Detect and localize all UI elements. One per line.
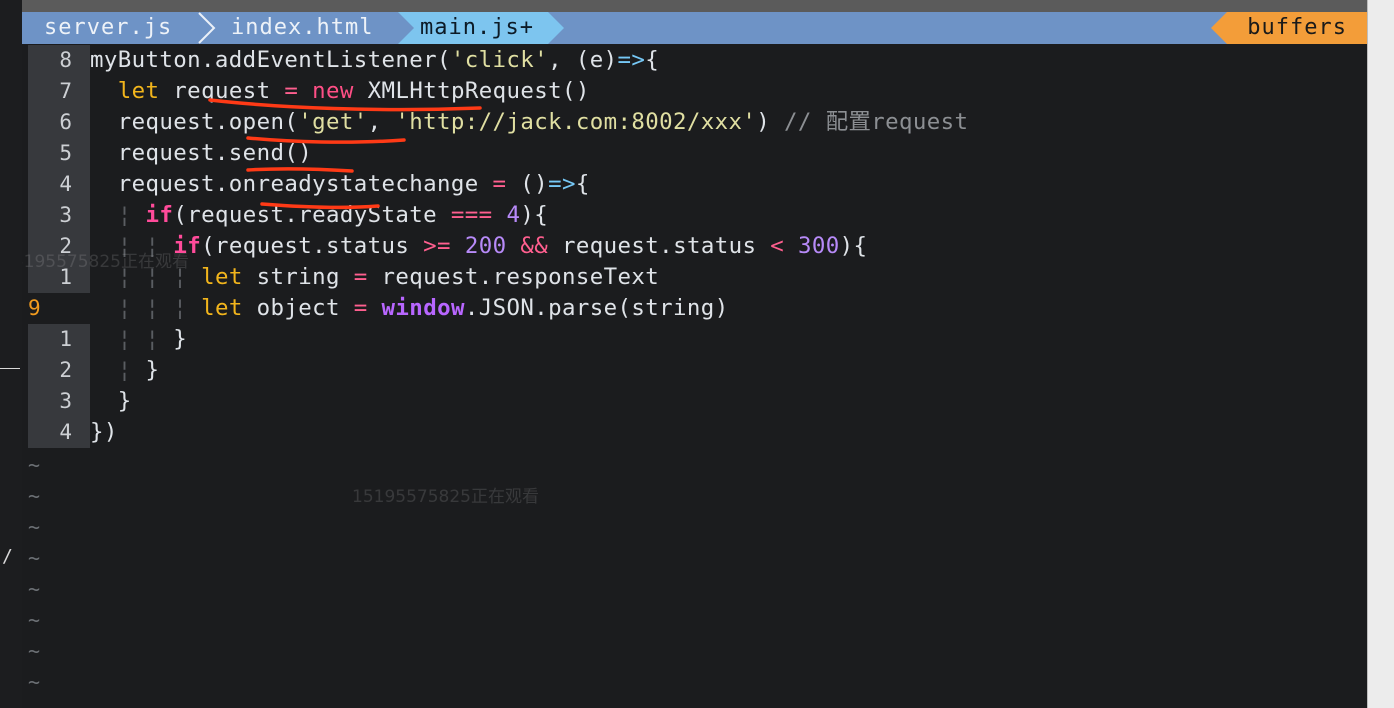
line-number: 7: [28, 76, 90, 107]
line-number: 3: [28, 386, 90, 417]
line-number: 6: [28, 107, 90, 138]
line-number: 5: [28, 138, 90, 169]
code-text: request.open('get', 'http://jack.com:800…: [90, 109, 969, 135]
code-line[interactable]: 4 request.onreadystatechange = ()=>{: [22, 169, 1367, 200]
tab-index-html[interactable]: index.html: [231, 12, 373, 44]
strip-divider: [0, 368, 20, 369]
code-text: }: [90, 388, 132, 414]
empty-line-tilde: ~: [28, 453, 41, 477]
line-number: 8: [28, 45, 90, 76]
line-number: 4: [28, 417, 90, 448]
empty-line-tilde: ~: [28, 608, 41, 632]
code-line[interactable]: 8 myButton.addEventListener('click', (e)…: [22, 45, 1367, 76]
code-text: let request = new XMLHttpRequest(): [117, 78, 590, 104]
tab-main-js[interactable]: main.js+: [398, 12, 564, 44]
empty-line-tilde: ~: [28, 577, 41, 601]
code-line[interactable]: 1 ¦ ¦ ¦ let string = request.responseTex…: [22, 262, 1367, 293]
empty-line-tilde: ~: [28, 670, 41, 694]
empty-line-tilde: ~: [28, 546, 41, 570]
code-line[interactable]: 4 }): [22, 417, 1367, 448]
right-window-strip: [1367, 0, 1394, 708]
code-line[interactable]: 1 ¦ ¦ }: [22, 324, 1367, 355]
viewer-watermark: 15195575825正在观看: [22, 252, 189, 272]
code-line-current[interactable]: 9 ¦ ¦ ¦ let object = window.JSON.parse(s…: [22, 293, 1367, 324]
code-line[interactable]: 3 }: [22, 386, 1367, 417]
code-text: ¦ }: [117, 357, 160, 383]
code-line[interactable]: 5 request.send(): [22, 138, 1367, 169]
viewer-watermark: 15195575825正在观看: [352, 487, 539, 507]
code-line[interactable]: 2 ¦ ¦ if(request.status >= 200 && reques…: [22, 231, 1367, 262]
code-text: ¦ if(request.readyState === 4){: [117, 202, 549, 228]
tabline: server.js index.html main.js+ buffers: [22, 12, 1367, 44]
buffers-indicator: buffers: [1211, 12, 1367, 44]
code-line[interactable]: 3 ¦ if(request.readyState === 4){: [22, 200, 1367, 231]
tab-server-js[interactable]: server.js: [44, 12, 172, 44]
line-number: 3: [28, 200, 90, 231]
left-slash-text: /: [2, 546, 13, 567]
code-line[interactable]: 6 request.open('get', 'http://jack.com:8…: [22, 107, 1367, 138]
current-line-number: 9: [28, 296, 41, 320]
line-number: 1: [28, 324, 90, 355]
code-text: request.onreadystatechange = ()=>{: [90, 171, 590, 197]
code-line[interactable]: 2 ¦ }: [22, 355, 1367, 386]
code-text: }): [90, 419, 118, 445]
empty-line-tilde: ~: [28, 515, 41, 539]
code-line[interactable]: 7 let request = new XMLHttpRequest(): [22, 76, 1367, 107]
line-number: 2: [28, 355, 90, 386]
line-number: 4: [28, 169, 90, 200]
vim-editor[interactable]: server.js index.html main.js+ buffers 8 …: [22, 0, 1367, 708]
tab-separator-icon: [198, 12, 216, 44]
code-text: ¦ ¦ }: [117, 326, 188, 352]
empty-line-tilde: ~: [28, 484, 41, 508]
window-top-edge: [22, 0, 1367, 12]
code-text: ¦ ¦ if(request.status >= 200 && request.…: [117, 233, 868, 259]
left-window-strip: [0, 0, 22, 708]
code-text: myButton.addEventListener('click', (e)=>…: [90, 47, 660, 73]
code-text: ¦ ¦ ¦ let object = window.JSON.parse(str…: [117, 295, 729, 321]
empty-line-tilde: ~: [28, 639, 41, 663]
code-text: request.send(): [90, 140, 313, 166]
